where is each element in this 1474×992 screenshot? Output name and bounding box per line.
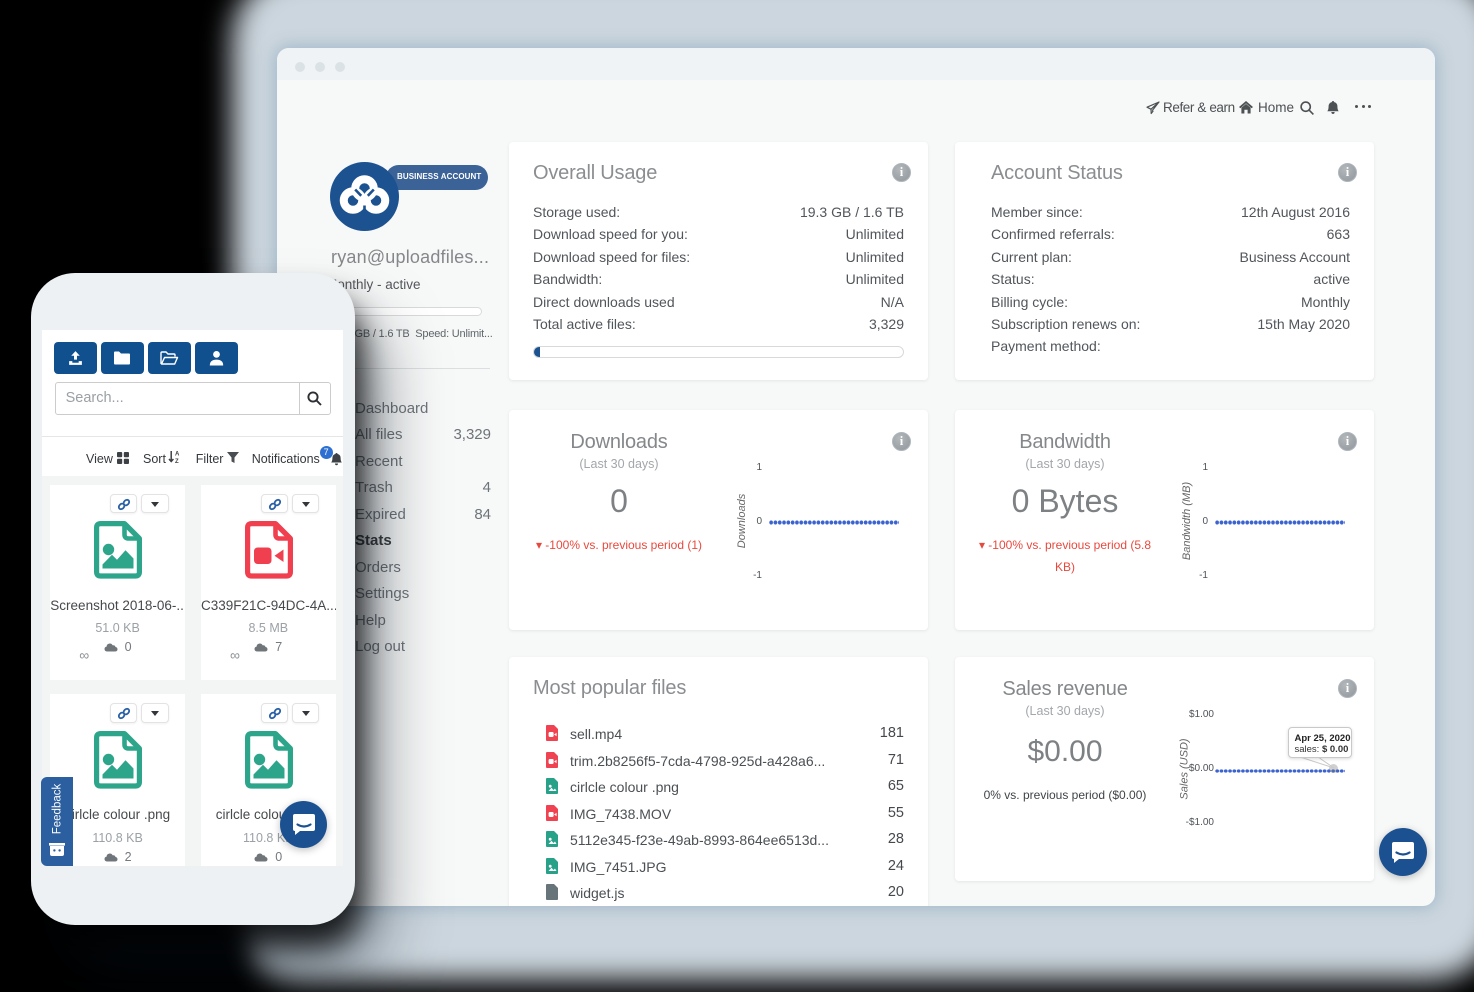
svg-text:Z: Z <box>175 459 179 464</box>
svg-text:A: A <box>175 452 180 458</box>
